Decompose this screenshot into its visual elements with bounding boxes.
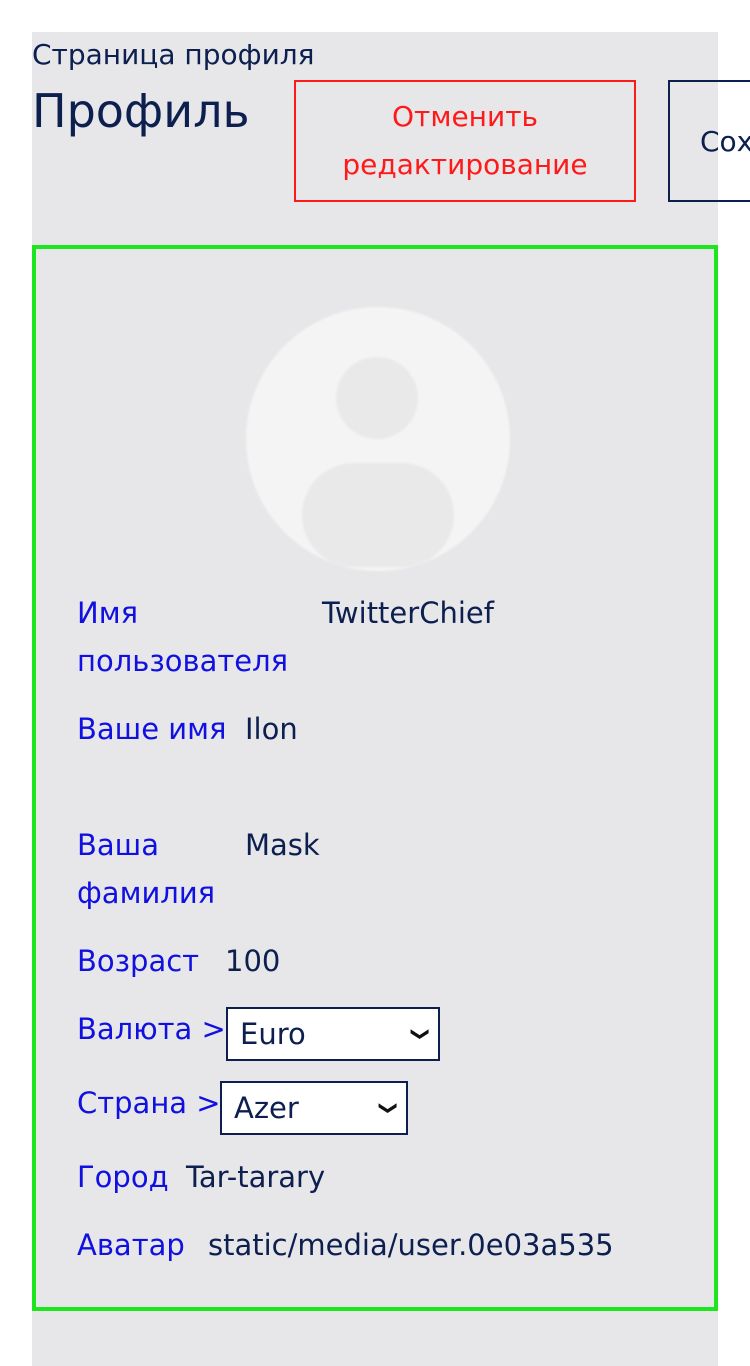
avatar-label: Аватар (77, 1228, 185, 1262)
country-selected-value: Azer (234, 1091, 299, 1125)
page-title: Профиль (32, 84, 250, 138)
firstname-value: Ilon (245, 712, 298, 746)
city-label: Город (77, 1160, 169, 1194)
page-subtitle: Страница профиля (32, 38, 315, 71)
save-label: Сохранить (700, 124, 750, 158)
lastname-value: Mask (245, 828, 320, 862)
avatar-head-shape (336, 357, 418, 439)
city-value: Tar-tarary (186, 1160, 326, 1194)
currency-select[interactable]: Euro ❯ (226, 1007, 440, 1061)
country-label: Страна > (77, 1086, 221, 1120)
lastname-label: Ваша фамилия (77, 828, 216, 910)
save-button[interactable]: Сохранить (668, 80, 750, 202)
currency-label: Валюта > (77, 1012, 226, 1046)
username-label: Имя пользователя (77, 596, 289, 678)
avatar-path-value: static/media/user.0e03a535 (208, 1228, 614, 1262)
currency-selected-value: Euro (240, 1017, 306, 1051)
cancel-edit-label: Отменить редактирование (342, 100, 588, 181)
chevron-down-icon: ❯ (377, 1100, 399, 1116)
default-user-avatar-icon (246, 307, 510, 571)
age-label: Возраст (77, 944, 200, 978)
avatar-body-shape (302, 463, 454, 567)
chevron-down-icon: ❯ (409, 1026, 431, 1042)
username-value: TwitterChief (322, 596, 494, 630)
age-value: 100 (225, 944, 281, 978)
firstname-label: Ваше имя (77, 712, 227, 746)
cancel-edit-button[interactable]: Отменить редактирование (294, 80, 636, 202)
country-select[interactable]: Azer ❯ (220, 1081, 408, 1135)
profile-card: Имя пользователя TwitterChief Ваше имя I… (32, 245, 718, 1311)
